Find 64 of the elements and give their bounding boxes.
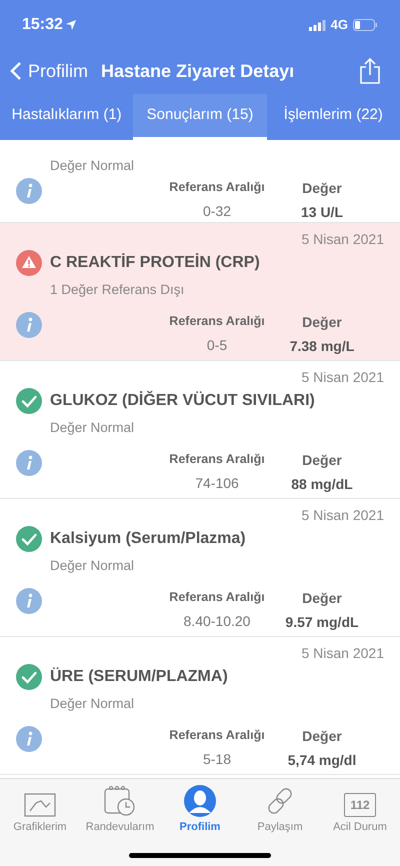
reference-header: Referans Aralığı — [169, 451, 265, 468]
result-date: 5 Nisan 2021 — [301, 506, 384, 525]
result-status: Değer Normal — [50, 696, 134, 711]
info-icon[interactable] — [16, 178, 42, 204]
tab-bar-item[interactable]: 112 Acil Durum — [320, 779, 400, 835]
info-icon[interactable] — [16, 450, 42, 476]
result-status: Değer Normal — [50, 558, 134, 573]
profile-icon — [184, 784, 216, 816]
value-header: Değer — [302, 313, 342, 332]
reference-header: Referans Aralığı — [169, 179, 265, 196]
back-button[interactable]: Profilim — [10, 58, 88, 84]
result-date: 5 Nisan 2021 — [301, 368, 384, 387]
share-icon[interactable] — [358, 57, 382, 85]
info-icon[interactable] — [16, 726, 42, 752]
check-icon — [16, 526, 42, 552]
reference-header: Referans Aralığı — [169, 313, 265, 330]
calendar-clock-icon — [103, 784, 137, 816]
reference-header: Referans Aralığı — [169, 589, 265, 606]
warning-icon — [16, 250, 42, 276]
result-value: 88 mg/dL — [291, 475, 353, 494]
reference-header: Referans Aralığı — [169, 727, 265, 744]
check-icon — [16, 664, 42, 690]
value-header: Değer — [302, 451, 342, 470]
signal-icon — [308, 20, 326, 30]
result-status: Değer Normal — [50, 420, 134, 435]
result-value: 9.57 mg/dL — [285, 613, 359, 632]
status-time: 15:32 — [22, 15, 63, 35]
reference-range: 74-106 — [195, 474, 239, 493]
tab-bar-item[interactable]: Profilim — [160, 779, 240, 835]
tab-bar-item[interactable]: Grafiklerim — [0, 779, 80, 835]
battery-icon — [353, 19, 378, 31]
test-name: GLUKOZ (DİĞER VÜCUT SIVILARI) — [50, 390, 315, 411]
reference-range: 0-5 — [206, 336, 228, 355]
result-status: Değer Normal — [50, 158, 134, 173]
value-header: Değer — [302, 727, 342, 746]
test-name: ÜRE (SERUM/PLAZMA) — [50, 666, 228, 687]
reference-range: 0-32 — [202, 202, 232, 221]
result-status: 1 Değer Referans Dışı — [50, 282, 184, 297]
tab[interactable]: Sonuçlarım (15) — [133, 94, 267, 140]
tab-bar-item[interactable]: Randevularım — [80, 779, 160, 835]
location-icon — [66, 20, 76, 30]
line-chart-icon — [24, 792, 56, 816]
reference-range: 5-18 — [202, 750, 232, 769]
back-chevron-icon — [10, 61, 22, 81]
result-date: 5 Nisan 2021 — [301, 644, 384, 663]
reference-range: 8.40-10.20 — [184, 612, 250, 631]
value-header: Değer — [302, 589, 342, 608]
result-value: 7.38 mg/L — [290, 337, 354, 356]
test-name: C REAKTİF PROTEİN (CRP) — [50, 252, 260, 273]
page-title: Hastane Ziyaret Detayı — [101, 60, 294, 83]
tab[interactable]: İşlemlerim (22) — [266, 94, 400, 140]
info-icon[interactable] — [16, 588, 42, 614]
result-card[interactable]: 5 Nisan 2021 C REAKTİF PROTEİN (CRP) 1 Değer Referans Dışı Referans Aralığı 0-5 Değer 7.38 mg/L — [0, 223, 400, 361]
result-value: 5,74 mg/dl — [288, 751, 356, 770]
result-date: 5 Nisan 2021 — [301, 230, 384, 249]
test-name: Kalsiyum (Serum/Plazma) — [50, 529, 246, 549]
check-icon — [16, 388, 42, 414]
value-header: Değer — [302, 179, 342, 198]
network-label: 4G — [330, 16, 348, 34]
result-value: 13 U/L — [300, 203, 343, 222]
emergency-number-icon: 112 — [344, 792, 376, 816]
info-icon[interactable] — [16, 312, 42, 338]
tab-bar-item[interactable]: Paylaşım — [240, 779, 320, 835]
tab[interactable]: Hastalıklarım (1) — [0, 94, 134, 140]
